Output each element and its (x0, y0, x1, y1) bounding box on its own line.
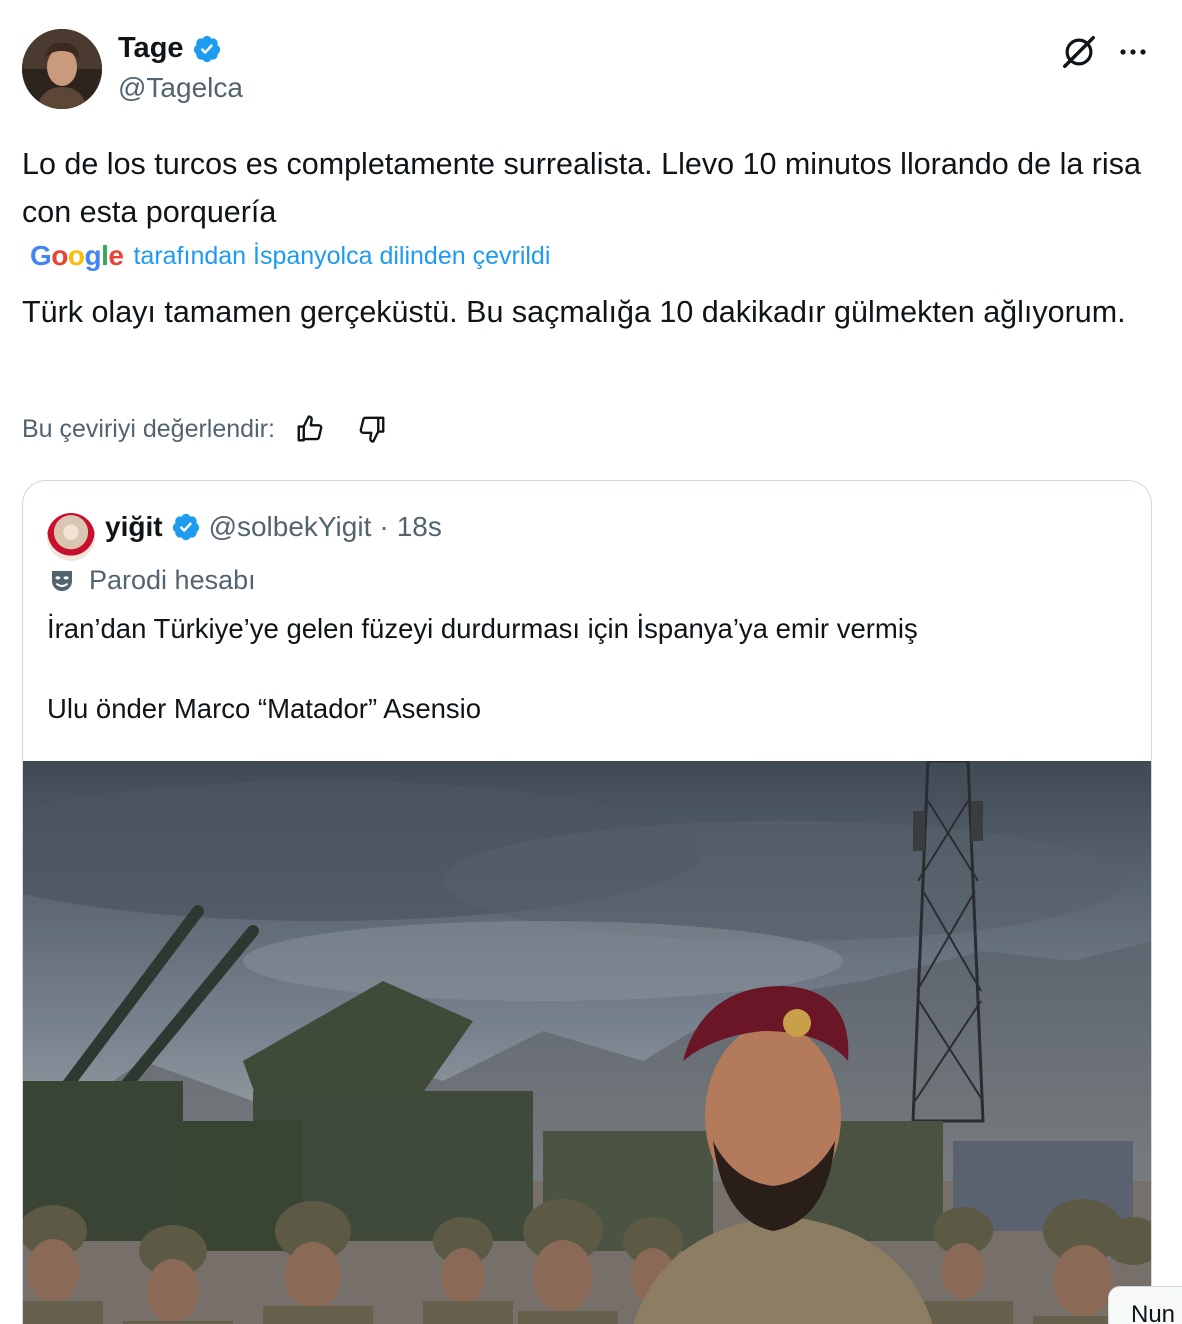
quoted-tweet-image[interactable] (23, 761, 1151, 1324)
author-handle[interactable]: @Tagelca (118, 72, 243, 104)
parody-account-label: Parodi hesabı (47, 565, 256, 596)
quoted-user-avatar[interactable] (47, 513, 95, 561)
quoted-timestamp[interactable]: 18s (397, 511, 442, 543)
translated-from-link[interactable]: tarafından İspanyolca dilinden çevrildi (133, 242, 550, 271)
quoted-text-line (47, 649, 1127, 689)
separator-dot: · (379, 511, 389, 542)
author-name-row: Tage (118, 32, 222, 65)
quoted-tweet-header: yiğit @solbekYigit · 18s (105, 511, 442, 543)
verified-badge-icon (193, 35, 220, 62)
thumbs-up-icon[interactable] (295, 414, 325, 444)
quoted-tweet-card[interactable]: yiğit @solbekYigit · 18s Parodi hesabı İ… (22, 480, 1152, 1324)
photo-soldiers-air-defense (23, 761, 1151, 1324)
parody-mask-icon (52, 570, 72, 591)
tweet-text: Lo de los turcos es completamente surrea… (22, 147, 1141, 229)
more-options-icon[interactable] (1116, 38, 1150, 66)
verified-badge-icon (172, 513, 199, 541)
quoted-text-line: İran’dan Türkiye’ye gelen füzeyi durdurm… (47, 613, 918, 644)
corner-chip[interactable]: Nun (1108, 1286, 1182, 1324)
user-avatar[interactable] (22, 29, 102, 109)
translated-text: Türk olayı tamamen gerçeküstü. Bu saçmal… (22, 295, 1126, 329)
quoted-text-line: Ulu önder Marco “Matador” Asensio (47, 693, 482, 724)
grok-icon[interactable] (1060, 33, 1098, 71)
author-display-name[interactable]: Tage (118, 32, 184, 65)
google-logo: Google (30, 240, 124, 271)
rate-translation-row: Bu çeviriyi değerlendir: (22, 414, 387, 444)
tweet-page: Tage @Tagelca Lo de los turcos es comple… (0, 0, 1182, 1324)
thumbs-down-icon[interactable] (357, 414, 387, 444)
quoted-handle[interactable]: @solbekYigit (209, 511, 372, 543)
translation-attribution: Google tarafından İspanyolca dilinden çe… (30, 240, 550, 272)
quoted-display-name[interactable]: yiğit (105, 511, 163, 543)
rate-translation-label: Bu çeviriyi değerlendir: (22, 414, 275, 443)
quoted-tweet-text: İran’dan Türkiye’ye gelen füzeyi durdurm… (47, 609, 1127, 729)
parody-label: Parodi hesabı (89, 565, 256, 595)
